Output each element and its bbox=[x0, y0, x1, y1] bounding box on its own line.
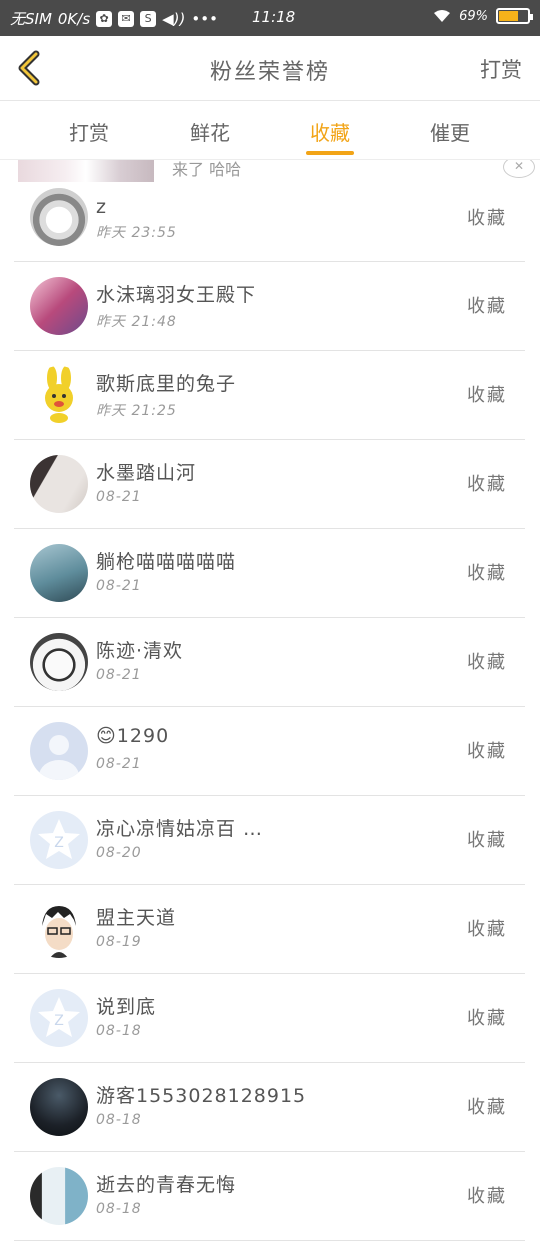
timestamp: 昨天 21:48 bbox=[96, 314, 177, 330]
timestamp: 08-19 bbox=[96, 934, 142, 950]
tab-urge-update[interactable]: 催更 bbox=[405, 117, 495, 146]
page-title: 粉丝荣誉榜 bbox=[209, 60, 330, 85]
action-label: 收藏 bbox=[467, 652, 507, 673]
timestamp: 08-20 bbox=[96, 845, 142, 861]
action-label: 收藏 bbox=[467, 1008, 507, 1029]
user-name: z bbox=[96, 196, 107, 218]
list-item[interactable]: 陈迹·清欢 08-21 收藏 bbox=[14, 618, 525, 707]
svg-text:Z: Z bbox=[54, 1013, 64, 1029]
avatar: Z bbox=[30, 811, 88, 869]
volume-icon: ◀)) bbox=[162, 9, 186, 28]
timestamp: 08-21 bbox=[96, 578, 142, 594]
list-item[interactable]: z 昨天 23:55 收藏 bbox=[14, 184, 525, 262]
avatar bbox=[30, 1167, 88, 1225]
user-name: 😊1290 bbox=[96, 725, 170, 747]
user-name: 游客1553028128915 bbox=[96, 1085, 307, 1107]
user-name: 逝去的青春无悔 bbox=[96, 1174, 237, 1196]
tab-reward[interactable]: 打赏 bbox=[44, 117, 134, 146]
avatar bbox=[30, 544, 88, 602]
action-label: 收藏 bbox=[467, 296, 507, 317]
action-label: 收藏 bbox=[467, 919, 507, 940]
battery-percent: 69% bbox=[459, 8, 488, 24]
user-name: 水沫璃羽女王殿下 bbox=[96, 284, 257, 306]
active-tab-indicator bbox=[306, 151, 354, 155]
list-item[interactable]: 盟主天道 08-19 收藏 bbox=[14, 885, 525, 974]
timestamp: 昨天 23:55 bbox=[96, 225, 177, 241]
timestamp: 08-21 bbox=[96, 489, 142, 505]
list-item[interactable]: 游客1553028128915 08-18 收藏 bbox=[14, 1063, 525, 1152]
more-dots-icon: ••• bbox=[191, 9, 218, 28]
user-name: 陈迹·清欢 bbox=[96, 640, 184, 662]
user-name: 躺枪喵喵喵喵喵 bbox=[96, 551, 237, 573]
s-app-icon: S bbox=[140, 10, 157, 27]
list-item[interactable]: 水沫璃羽女王殿下 昨天 21:48 收藏 bbox=[14, 262, 525, 351]
user-name: 凉心凉情姑凉百 … bbox=[96, 818, 264, 840]
wifi-icon bbox=[433, 9, 451, 23]
header: 粉丝荣誉榜 打赏 bbox=[0, 36, 540, 101]
close-icon[interactable]: ✕ bbox=[503, 160, 535, 178]
list-item[interactable]: 水墨踏山河 08-21 收藏 bbox=[14, 440, 525, 529]
battery-icon bbox=[496, 8, 533, 24]
timestamp: 08-18 bbox=[96, 1023, 142, 1039]
avatar bbox=[30, 900, 88, 958]
mail-icon: ✉ bbox=[118, 10, 135, 27]
avatar: Z bbox=[30, 989, 88, 1047]
banner-image[interactable] bbox=[18, 160, 154, 182]
network-speed: 0K/s bbox=[57, 9, 91, 28]
timestamp: 08-18 bbox=[96, 1201, 142, 1217]
svg-text:Z: Z bbox=[54, 835, 64, 851]
action-label: 收藏 bbox=[467, 1186, 507, 1207]
reward-button[interactable]: 打赏 bbox=[480, 54, 522, 84]
user-name: 盟主天道 bbox=[96, 907, 177, 929]
fan-list: z 昨天 23:55 收藏 水沫璃羽女王殿下 昨天 21:48 收藏 歌斯底里的… bbox=[14, 184, 525, 1241]
action-label: 收藏 bbox=[467, 830, 507, 851]
banner-peek: 来了 哈哈 ✕ bbox=[0, 160, 540, 184]
action-label: 收藏 bbox=[467, 208, 507, 229]
list-item[interactable]: 歌斯底里的兔子 昨天 21:25 收藏 bbox=[14, 351, 525, 440]
avatar bbox=[30, 633, 88, 691]
list-item[interactable]: Z 说到底 08-18 收藏 bbox=[14, 974, 525, 1063]
list-item[interactable]: 躺枪喵喵喵喵喵 08-21 收藏 bbox=[14, 529, 525, 618]
list-item[interactable]: 逝去的青春无悔 08-18 收藏 bbox=[14, 1152, 525, 1241]
timestamp: 昨天 21:25 bbox=[96, 403, 177, 419]
tab-bar: 打赏 鲜花 收藏 催更 bbox=[0, 101, 540, 160]
avatar bbox=[30, 1078, 88, 1136]
status-bar: 无SIM 0K/s ✿ ✉ S ◀)) ••• 11:18 69% bbox=[0, 0, 540, 36]
carrier-text: 无SIM bbox=[10, 10, 52, 28]
avatar bbox=[30, 277, 88, 335]
action-label: 收藏 bbox=[467, 741, 507, 762]
action-label: 收藏 bbox=[467, 474, 507, 495]
app-notification-icon: ✿ bbox=[96, 10, 113, 27]
avatar bbox=[30, 455, 88, 513]
action-label: 收藏 bbox=[467, 563, 507, 584]
timestamp: 08-21 bbox=[96, 756, 142, 772]
avatar bbox=[30, 722, 88, 780]
timestamp: 08-18 bbox=[96, 1112, 142, 1128]
avatar bbox=[30, 188, 88, 246]
user-name: 说到底 bbox=[96, 996, 157, 1018]
user-name: 水墨踏山河 bbox=[96, 462, 197, 484]
action-label: 收藏 bbox=[467, 1097, 507, 1118]
status-right: 69% bbox=[433, 8, 533, 24]
action-label: 收藏 bbox=[467, 385, 507, 406]
avatar bbox=[30, 366, 88, 424]
banner-text: 来了 哈哈 bbox=[172, 160, 242, 179]
tab-flowers[interactable]: 鲜花 bbox=[165, 117, 255, 146]
timestamp: 08-21 bbox=[96, 667, 142, 683]
list-item[interactable]: Z 凉心凉情姑凉百 … 08-20 收藏 bbox=[14, 796, 525, 885]
tab-favorites[interactable]: 收藏 bbox=[285, 117, 375, 146]
list-item[interactable]: 😊1290 08-21 收藏 bbox=[14, 707, 525, 796]
user-name: 歌斯底里的兔子 bbox=[96, 373, 237, 395]
status-left: 无SIM 0K/s ✿ ✉ S ◀)) ••• bbox=[10, 8, 218, 29]
clock: 11:18 bbox=[252, 8, 296, 26]
